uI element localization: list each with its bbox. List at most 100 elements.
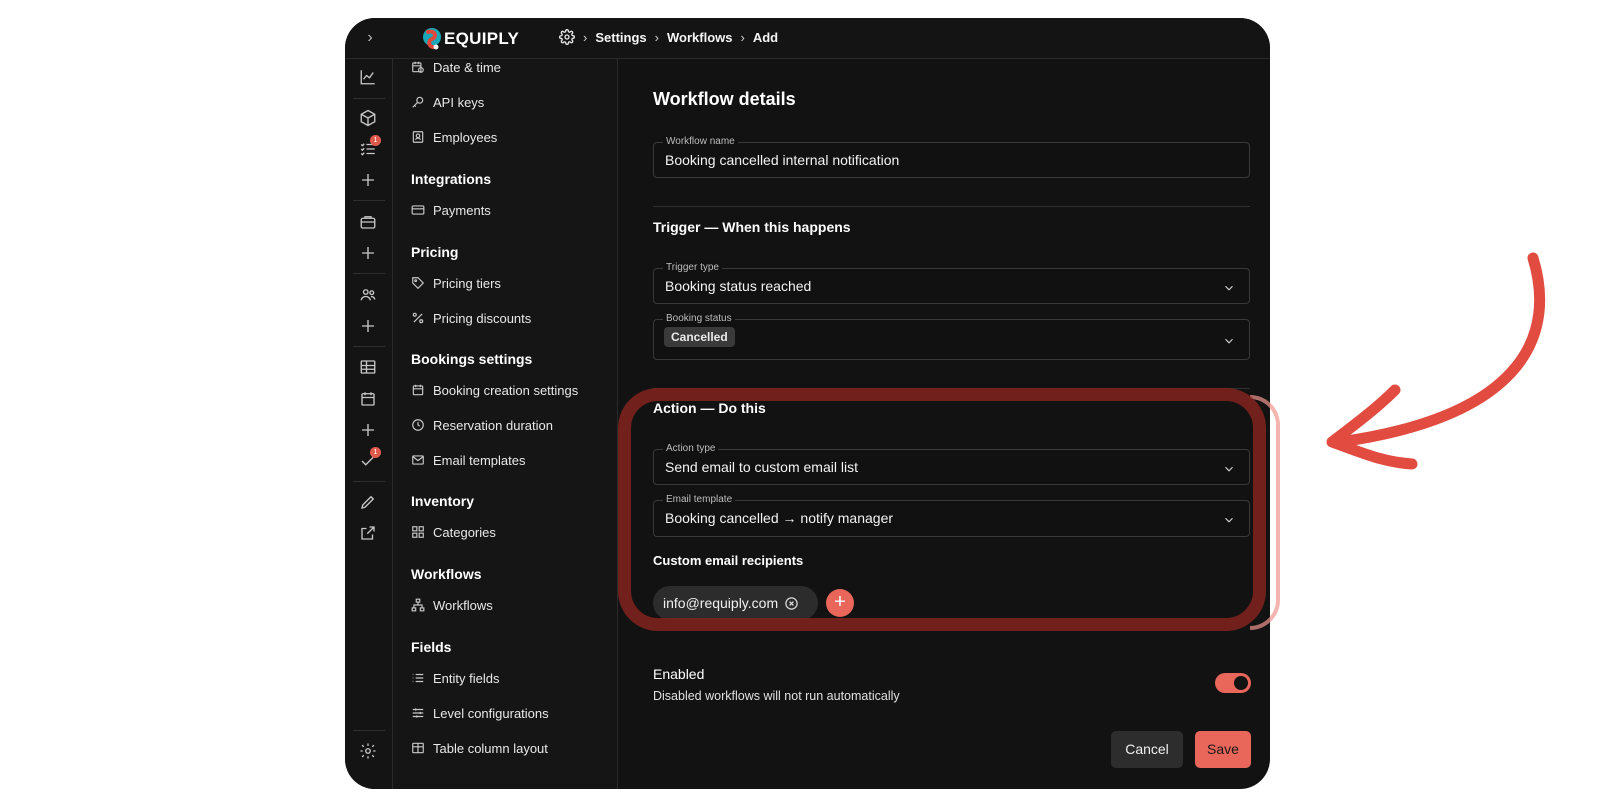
field-label: Booking status	[663, 313, 735, 325]
logo-mark-icon	[423, 28, 441, 50]
briefcase-icon[interactable]	[357, 211, 379, 233]
nav-item-pricing-discounts[interactable]: Pricing discounts	[411, 308, 531, 328]
nav-group-workflows: Workflows	[411, 566, 482, 582]
rail-divider	[353, 200, 385, 201]
box-icon[interactable]	[357, 107, 379, 129]
nav-group-pricing: Pricing	[411, 244, 459, 260]
external-link-icon[interactable]	[357, 522, 379, 544]
nav-item-table-column-layout[interactable]: Table column layout	[411, 738, 548, 758]
table-icon[interactable]	[357, 356, 379, 378]
field-value: Booking cancelled internal notification	[665, 152, 900, 168]
enabled-help-text: Disabled workflows will not run automati…	[653, 689, 900, 703]
checklist-icon[interactable]: 1	[357, 135, 381, 160]
nav-item-label: Pricing tiers	[433, 275, 501, 291]
nav-item-label: Employees	[433, 129, 498, 145]
notification-badge: 1	[370, 447, 381, 458]
settings-icon[interactable]	[357, 740, 379, 762]
rail-divider	[353, 273, 385, 274]
contacts-icon	[412, 131, 424, 143]
nav-item-label: Email templates	[433, 452, 526, 468]
nav-group-integrations: Integrations	[411, 171, 492, 187]
mail-icon	[412, 455, 424, 465]
nav-item-date-time[interactable]: Date & time	[411, 59, 501, 77]
nav-item-reservation-duration[interactable]: Reservation duration	[411, 415, 553, 435]
breadcrumb-add: Add	[752, 29, 779, 45]
chart-icon[interactable]	[357, 66, 379, 88]
nav-item-workflows[interactable]: Workflows	[411, 595, 493, 615]
workflow-name-field[interactable]: Workflow name Booking cancelled internal…	[653, 136, 1250, 178]
chevron-right-icon: ›	[740, 29, 745, 45]
sliders-icon	[412, 708, 424, 718]
highlight-outline	[618, 388, 1266, 631]
annotation-arrow-icon	[1326, 252, 1546, 470]
users-icon[interactable]	[357, 284, 379, 306]
brand-name: EQUIPLY	[444, 29, 520, 48]
page-title: Workflow details	[653, 89, 796, 109]
plus-icon[interactable]	[357, 315, 379, 337]
calendar-icon[interactable]	[357, 388, 379, 410]
cancel-button[interactable]: Cancel	[1111, 731, 1183, 768]
nav-group-fields: Fields	[411, 639, 452, 655]
grid-icon	[412, 526, 424, 538]
enabled-toggle[interactable]	[1215, 673, 1251, 693]
calendar-icon	[412, 384, 424, 396]
check-icon[interactable]: 1	[357, 447, 381, 472]
chevron-right-icon: ›	[654, 29, 659, 45]
toggle-knob	[1234, 676, 1248, 690]
nav-item-label: Payments	[433, 202, 491, 218]
nav-group-bookings-settings: Bookings settings	[411, 351, 533, 367]
breadcrumb: › Settings › Workflows › Add	[559, 29, 778, 45]
enabled-label: Enabled	[653, 666, 705, 682]
status-badge: Cancelled	[664, 327, 735, 347]
nav-item-api-keys[interactable]: API keys	[411, 92, 484, 112]
sitemap-icon	[411, 598, 425, 612]
trigger-section-title: Trigger — When this happens	[653, 219, 851, 235]
nav-item-label: Booking creation settings	[433, 382, 579, 398]
notification-badge: 1	[370, 135, 381, 146]
nav-item-level-configurations[interactable]: Level configurations	[411, 703, 549, 723]
tag-icon	[412, 277, 425, 290]
icon-rail: 1 1	[345, 59, 393, 789]
expand-sidebar-icon[interactable]: ›	[360, 28, 380, 48]
nav-item-booking-creation-settings[interactable]: Booking creation settings	[411, 380, 578, 400]
nav-item-label: Pricing discounts	[433, 310, 532, 326]
plus-icon[interactable]	[357, 242, 379, 264]
top-bar: › EQUIPLY › Settings › Workflows › Add	[345, 18, 1270, 59]
booking-status-select[interactable]: Booking status Cancelled	[653, 313, 1250, 360]
rail-divider	[353, 481, 385, 482]
breadcrumb-settings[interactable]: Settings	[595, 30, 646, 45]
breadcrumb-workflows[interactable]: Workflows	[667, 30, 733, 45]
field-label: Trigger type	[663, 262, 722, 274]
gear-icon[interactable]	[559, 29, 575, 45]
nav-group-inventory: Inventory	[411, 493, 475, 509]
nav-item-employees[interactable]: Employees	[411, 127, 497, 147]
nav-item-label: Workflows	[433, 597, 493, 613]
credit-card-icon	[411, 205, 425, 215]
nav-item-pricing-tiers[interactable]: Pricing tiers	[411, 273, 501, 293]
nav-item-label: API keys	[433, 94, 485, 110]
nav-item-categories[interactable]: Categories	[411, 522, 496, 542]
calendar-clock-icon	[412, 61, 424, 73]
nav-item-entity-fields[interactable]: Entity fields	[411, 668, 499, 688]
rail-divider	[353, 98, 385, 99]
nav-item-label: Date & time	[433, 59, 501, 75]
settings-nav: Date & time API keys Employees Integrati…	[393, 59, 618, 789]
plus-icon[interactable]	[357, 169, 379, 191]
rail-divider	[353, 346, 385, 347]
nav-item-payments[interactable]: Payments	[411, 200, 491, 220]
key-icon	[412, 96, 424, 108]
save-button[interactable]: Save	[1195, 731, 1251, 768]
nav-item-label: Reservation duration	[433, 417, 553, 433]
chevron-right-icon: ›	[583, 29, 588, 45]
nav-item-email-templates[interactable]: Email templates	[411, 450, 525, 470]
trigger-type-select[interactable]: Trigger type Booking status reached	[653, 262, 1250, 304]
logo[interactable]: EQUIPLY	[420, 25, 519, 53]
pencil-icon[interactable]	[357, 491, 379, 513]
list-icon	[412, 673, 424, 683]
plus-icon[interactable]	[357, 419, 379, 441]
nav-item-label: Entity fields	[433, 670, 500, 686]
chevron-down-icon	[1225, 338, 1233, 344]
nav-item-label: Table column layout	[433, 740, 548, 756]
nav-item-label: Level configurations	[433, 705, 549, 721]
field-value: Booking status reached	[665, 278, 812, 294]
